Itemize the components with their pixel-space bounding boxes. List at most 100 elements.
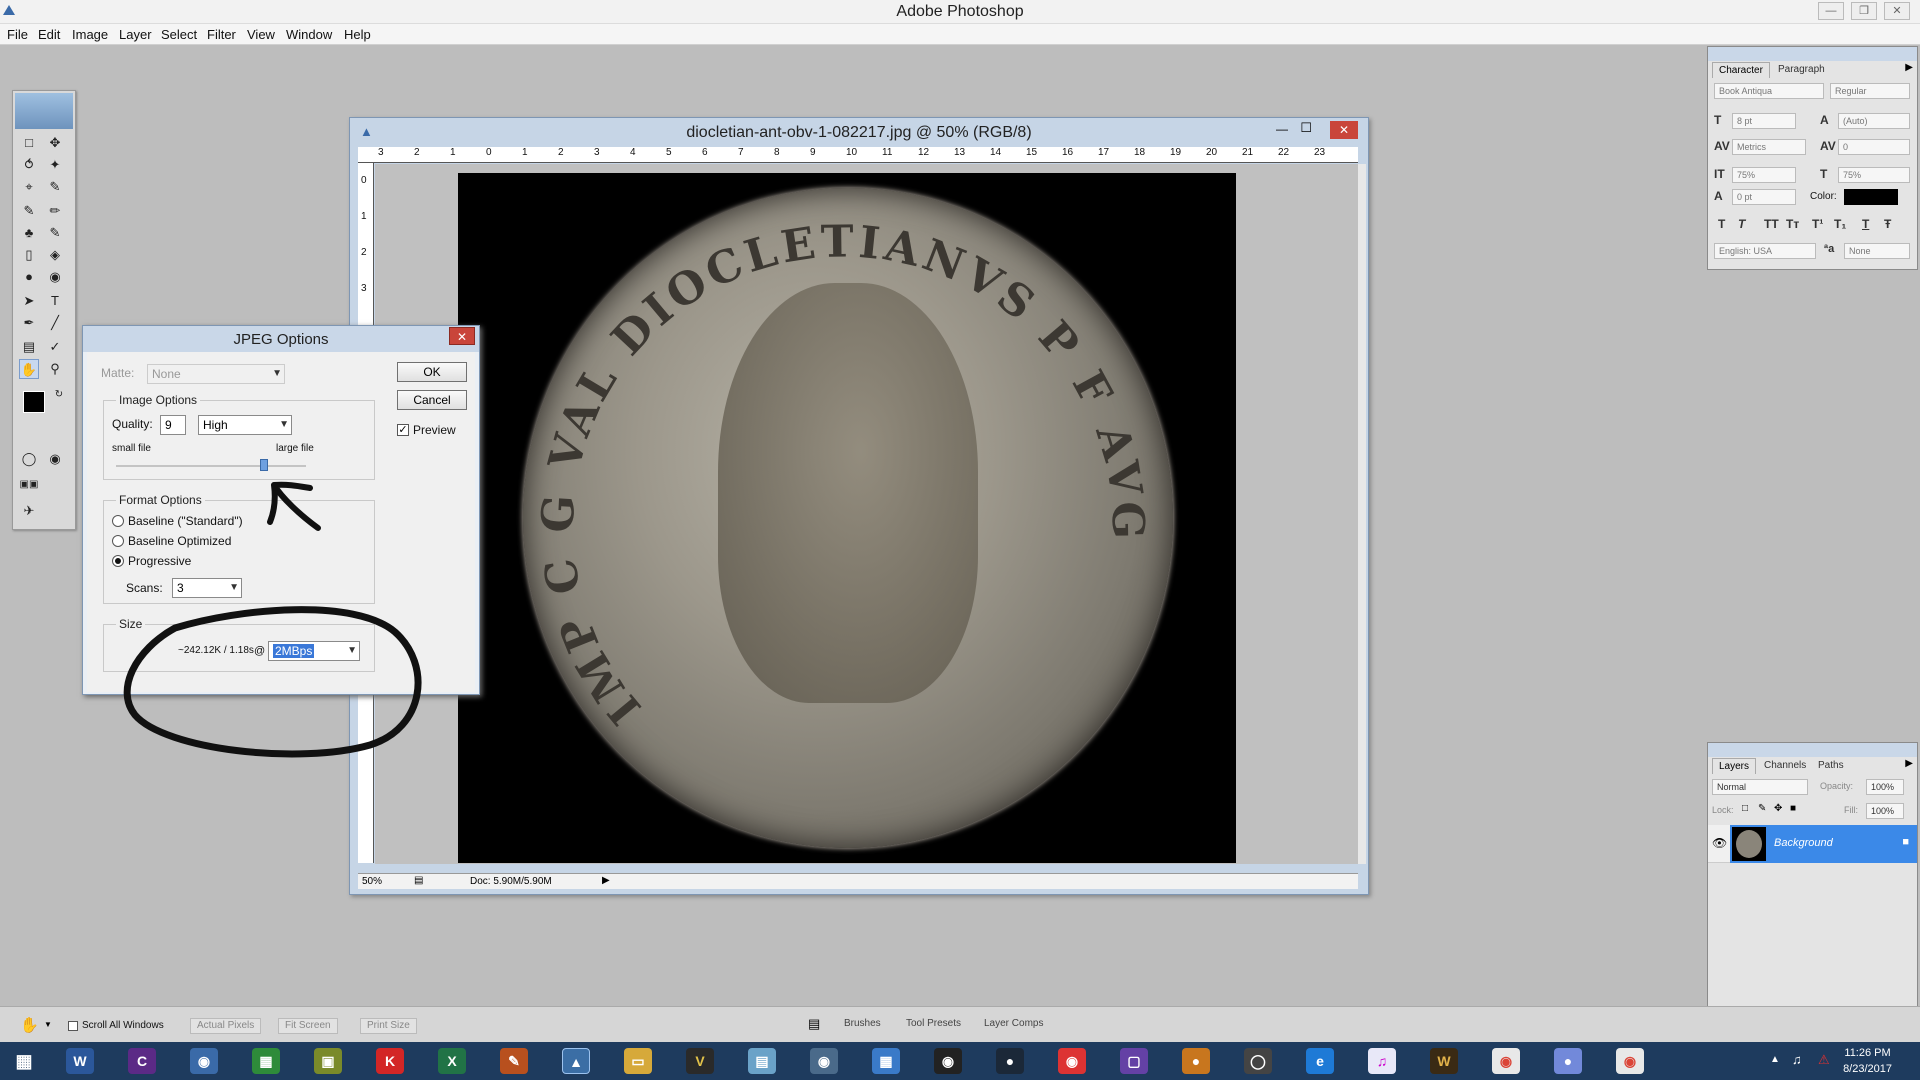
game-app-icon[interactable]: ◉ bbox=[934, 1048, 962, 1074]
faux-bold-button[interactable]: T bbox=[1718, 217, 1725, 231]
ruler-horizontal[interactable]: 3 2 1 0 1 2 3 4 5 6 7 8 9 10 11 12 13 14… bbox=[358, 147, 1358, 163]
panel-menu-icon[interactable]: ▶ bbox=[1905, 758, 1913, 769]
dialog-close-button[interactable]: ✕ bbox=[449, 327, 475, 345]
tracking-select[interactable]: 0 bbox=[1838, 139, 1910, 155]
internet-explorer-icon[interactable]: e bbox=[1306, 1048, 1334, 1074]
itunes-icon[interactable]: ♫ bbox=[1368, 1048, 1396, 1074]
opacity-input[interactable]: 100% bbox=[1866, 779, 1904, 795]
twitch-icon[interactable]: ▢ bbox=[1120, 1048, 1148, 1074]
ok-button[interactable]: OK bbox=[397, 362, 467, 382]
superscript-button[interactable]: T¹ bbox=[1812, 217, 1823, 231]
restore-button[interactable]: ❐ bbox=[1851, 2, 1877, 20]
preview-checkbox[interactable]: ✓ bbox=[397, 424, 409, 436]
subscript-button[interactable]: T₁ bbox=[1834, 217, 1846, 231]
lock-all-icon[interactable]: ■ bbox=[1790, 803, 1796, 814]
quality-slider-thumb[interactable] bbox=[260, 459, 268, 471]
tab-layers[interactable]: Layers bbox=[1712, 758, 1757, 774]
chrome-icon[interactable]: ◉ bbox=[1492, 1048, 1520, 1074]
eyedropper-icon[interactable]: ✓ bbox=[45, 337, 65, 357]
kerning-select[interactable]: Metrics bbox=[1732, 139, 1806, 155]
doc-close-button[interactable]: ✕ bbox=[1330, 121, 1358, 139]
matte-select[interactable]: None ▼ bbox=[147, 364, 285, 384]
marquee-tool-icon[interactable]: □ bbox=[19, 133, 39, 153]
ring-app-icon[interactable]: ◯ bbox=[1244, 1048, 1272, 1074]
strikethrough-button[interactable]: Ŧ bbox=[1884, 217, 1891, 231]
baseline-shift-input[interactable]: 0 pt bbox=[1732, 189, 1796, 205]
eye-icon[interactable]: 👁 bbox=[1712, 836, 1727, 850]
zoom-tool-icon[interactable]: ⚲ bbox=[45, 359, 65, 379]
panel-menu-icon[interactable]: ▶ bbox=[1905, 62, 1913, 73]
dialog-titlebar[interactable]: JPEG Options ✕ bbox=[83, 326, 479, 352]
status-arrow-icon[interactable]: ▶ bbox=[602, 875, 610, 886]
menu-view[interactable]: View bbox=[247, 27, 275, 42]
minimize-button[interactable]: — bbox=[1818, 2, 1844, 20]
lock-pixels-icon[interactable]: ✎ bbox=[1758, 803, 1766, 814]
underline-button[interactable]: T bbox=[1862, 217, 1869, 231]
foreground-color-swatch[interactable] bbox=[23, 391, 45, 413]
palette-well-icon[interactable]: ▤ bbox=[808, 1016, 820, 1032]
layer-row-background[interactable]: 👁 Background ■ bbox=[1708, 825, 1917, 863]
discord-icon[interactable]: ● bbox=[1554, 1048, 1582, 1074]
tool-preset-chevron-icon[interactable]: ▼ bbox=[44, 1020, 52, 1029]
file-explorer-icon[interactable]: ▭ bbox=[624, 1048, 652, 1074]
chrome-alt-icon[interactable]: ◉ bbox=[1616, 1048, 1644, 1074]
toolbox-header[interactable] bbox=[15, 93, 73, 129]
lock-position-icon[interactable]: ✥ bbox=[1774, 803, 1782, 814]
progressive-radio[interactable] bbox=[112, 555, 124, 567]
tab-paths[interactable]: Paths bbox=[1812, 758, 1850, 773]
blur-tool-icon[interactable]: ● bbox=[19, 267, 39, 287]
crop-tool-icon[interactable]: ⌖ bbox=[19, 177, 39, 197]
layer-name[interactable]: Background bbox=[1774, 837, 1833, 849]
lock-transparent-icon[interactable]: □ bbox=[1742, 803, 1748, 814]
faux-italic-button[interactable]: T bbox=[1738, 217, 1745, 231]
globe-app-icon[interactable]: ◉ bbox=[810, 1048, 838, 1074]
tab-character[interactable]: Character bbox=[1712, 62, 1770, 78]
hand-tool-icon[interactable]: ✋ bbox=[19, 359, 39, 379]
paint-app-icon[interactable]: ✎ bbox=[500, 1048, 528, 1074]
quick-mask-icon[interactable]: ◉ bbox=[45, 449, 65, 469]
doc-minimize-button[interactable]: — bbox=[1276, 122, 1288, 136]
font-family-select[interactable]: Book Antiqua bbox=[1714, 83, 1824, 99]
blend-mode-select[interactable]: Normal bbox=[1712, 779, 1808, 795]
nikon-viewer-icon[interactable]: V bbox=[686, 1048, 714, 1074]
menu-window[interactable]: Window bbox=[286, 27, 332, 42]
k-app-icon[interactable]: K bbox=[376, 1048, 404, 1074]
path-select-icon[interactable]: ➤ bbox=[19, 291, 39, 311]
eraser-tool-icon[interactable]: ▯ bbox=[19, 245, 39, 265]
download-speed-select[interactable]: 2MBps ▼ bbox=[268, 641, 360, 661]
line-tool-icon[interactable]: ╱ bbox=[45, 313, 65, 333]
steam-icon[interactable]: ● bbox=[996, 1048, 1024, 1074]
pen-tool-icon[interactable]: ✒ bbox=[19, 313, 39, 333]
zoom-level[interactable]: 50% bbox=[362, 876, 382, 887]
quality-slider-track[interactable] bbox=[116, 465, 306, 467]
lasso-tool-icon[interactable]: ⥀ bbox=[19, 155, 39, 175]
warcraft-icon[interactable]: W bbox=[1430, 1048, 1458, 1074]
tab-paragraph[interactable]: Paragraph bbox=[1772, 62, 1831, 77]
dock-tab-brushes[interactable]: Brushes bbox=[844, 1018, 881, 1029]
leading-select[interactable]: (Auto) bbox=[1838, 113, 1910, 129]
all-caps-button[interactable]: TT bbox=[1764, 217, 1779, 231]
dock-tab-tool-presets[interactable]: Tool Presets bbox=[906, 1018, 961, 1029]
game-launcher-icon[interactable]: ● bbox=[1182, 1048, 1210, 1074]
screen-mode-icon[interactable]: ▣▣ bbox=[19, 475, 39, 495]
doc-maximize-button[interactable]: ☐ bbox=[1300, 120, 1312, 136]
magic-wand-icon[interactable]: ✦ bbox=[45, 155, 65, 175]
type-tool-icon[interactable]: T bbox=[45, 291, 65, 311]
media-app-icon[interactable]: ◉ bbox=[1058, 1048, 1086, 1074]
image-viewer-icon[interactable]: ◉ bbox=[190, 1048, 218, 1074]
dodge-tool-icon[interactable]: ◉ bbox=[45, 267, 65, 287]
vertical-scrollbar[interactable] bbox=[1358, 164, 1366, 864]
dock-tab-layer-comps[interactable]: Layer Comps bbox=[984, 1018, 1043, 1029]
spreadsheet-icon[interactable]: ▦ bbox=[252, 1048, 280, 1074]
photo-app-icon[interactable]: ▣ bbox=[314, 1048, 342, 1074]
photoshop-taskbar-icon[interactable]: ▲ bbox=[562, 1048, 590, 1074]
brush-tool-icon[interactable]: ✏ bbox=[45, 201, 65, 221]
system-clock[interactable]: 11:26 PM 8/23/2017 bbox=[1843, 1045, 1892, 1077]
close-button[interactable]: ✕ bbox=[1884, 2, 1910, 20]
paint-bucket-icon[interactable]: ◈ bbox=[45, 245, 65, 265]
start-button-icon[interactable]: ▦ bbox=[10, 1048, 38, 1074]
small-caps-button[interactable]: Tт bbox=[1786, 217, 1799, 231]
actual-pixels-button[interactable]: Actual Pixels bbox=[190, 1018, 262, 1034]
text-color-swatch[interactable] bbox=[1844, 189, 1898, 205]
slice-tool-icon[interactable]: ✎ bbox=[45, 177, 65, 197]
